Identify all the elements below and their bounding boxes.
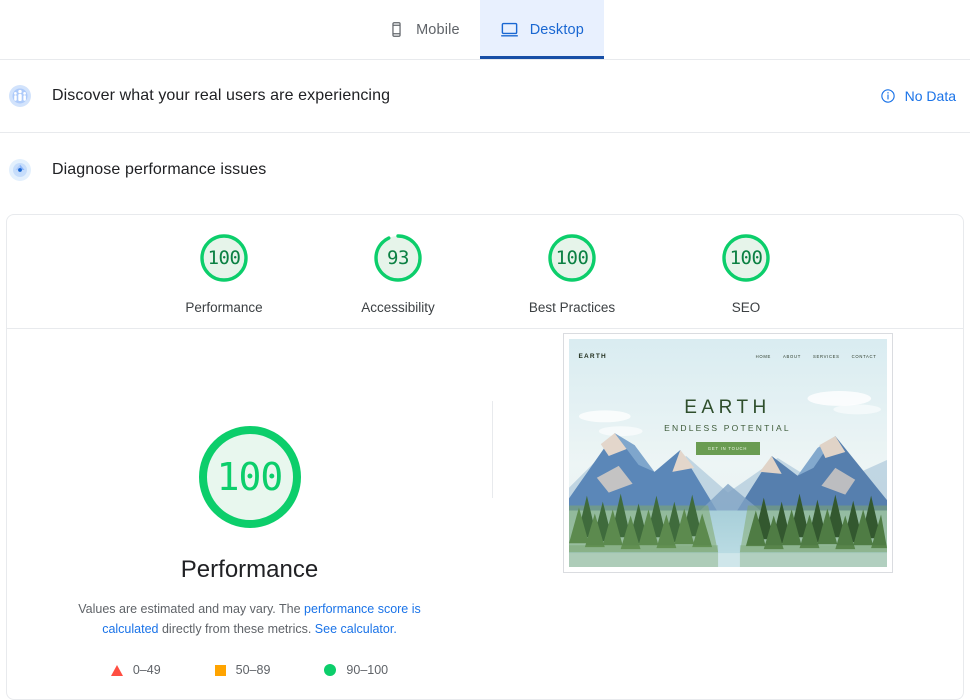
- legend-range-average: 50–89: [235, 663, 271, 677]
- thumbnail-nav-about: ABOUT: [783, 354, 801, 359]
- lab-data-title: Diagnose performance issues: [52, 160, 267, 178]
- tab-desktop[interactable]: Desktop: [479, 0, 605, 59]
- legend-range-good: 90–100: [346, 663, 389, 677]
- score-label-seo: SEO: [731, 300, 761, 315]
- device-tab-bar: Mobile Desktop: [0, 0, 970, 60]
- no-data-label: No Data: [904, 88, 956, 104]
- category-score-best-practices[interactable]: 100 Best Practices: [512, 230, 632, 315]
- description-prefix: Values are estimated and may vary. The: [78, 602, 305, 616]
- desktop-icon: [500, 20, 520, 40]
- score-label-accessibility: Accessibility: [361, 300, 435, 315]
- legend-item-good: 90–100: [324, 663, 388, 677]
- description-middle: directly from these metrics.: [158, 622, 315, 636]
- tab-desktop-label: Desktop: [529, 21, 584, 38]
- info-icon: [880, 88, 896, 104]
- users-field-data-icon: [8, 84, 32, 108]
- field-data-status[interactable]: No Data: [880, 88, 956, 104]
- field-data-section-header: Discover what your real users are experi…: [0, 60, 970, 133]
- thumbnail-subheading: ENDLESS POTENTIAL: [664, 423, 791, 433]
- category-score-accessibility[interactable]: 93 Accessibility: [338, 230, 458, 315]
- lighthouse-icon: [8, 158, 32, 182]
- vertical-divider: [492, 401, 493, 498]
- score-ring-accessibility: 93: [370, 230, 426, 286]
- featured-score-pane: 100 Performance Values are estimated and…: [7, 329, 492, 699]
- circle-icon: [324, 664, 337, 676]
- thumbnail-cta-button: GET IN TOUCH: [695, 442, 760, 455]
- score-ring-performance: 100: [196, 230, 252, 286]
- score-ring-seo: 100: [718, 230, 774, 286]
- see-calculator-link[interactable]: See calculator.: [315, 622, 397, 636]
- score-value-best-practices: 100: [555, 247, 589, 269]
- legend-range-poor: 0–49: [132, 663, 161, 677]
- lab-data-section-header: Diagnose performance issues: [0, 133, 970, 206]
- score-ring-best-practices: 100: [544, 230, 600, 286]
- page-screenshot: EARTH HOME ABOUT SERVICES CONTACT EARTH …: [568, 339, 887, 567]
- featured-score-ring: 100: [192, 419, 308, 535]
- legend-item-average: 50–89: [214, 663, 271, 677]
- category-score-performance[interactable]: 100 Performance: [164, 230, 284, 315]
- score-legend: 0–49 50–89 90–100: [110, 663, 388, 677]
- thumbnail-nav: HOME ABOUT SERVICES CONTACT: [756, 354, 877, 359]
- screenshot-pane: EARTH HOME ABOUT SERVICES CONTACT EARTH …: [492, 329, 963, 699]
- page-screenshot-frame[interactable]: EARTH HOME ABOUT SERVICES CONTACT EARTH …: [562, 333, 893, 573]
- featured-score-value: 100: [216, 455, 284, 499]
- tab-mobile-label: Mobile: [416, 21, 460, 38]
- score-label-performance: Performance: [185, 300, 263, 315]
- thumbnail-nav-services: SERVICES: [812, 354, 840, 359]
- tab-mobile[interactable]: Mobile: [366, 0, 480, 59]
- mobile-icon: [386, 20, 406, 40]
- square-icon: [214, 664, 226, 676]
- category-score-seo[interactable]: 100 SEO: [686, 230, 806, 315]
- featured-score-body: 100 Performance Values are estimated and…: [7, 329, 963, 699]
- lighthouse-results-card: 100 Performance 93 Accessibility 100 Bes…: [6, 214, 964, 700]
- score-value-accessibility: 93: [387, 247, 409, 269]
- field-data-title: Discover what your real users are experi…: [52, 87, 391, 104]
- thumbnail-nav-contact: CONTACT: [851, 354, 877, 359]
- legend-item-poor: 0–49: [110, 663, 161, 677]
- score-description: Values are estimated and may vary. The p…: [50, 599, 450, 639]
- thumbnail-logo: EARTH: [578, 353, 607, 360]
- thumbnail-nav-home: HOME: [755, 354, 772, 359]
- score-value-performance: 100: [207, 247, 241, 269]
- score-value-seo: 100: [729, 247, 763, 269]
- triangle-icon: [110, 664, 123, 676]
- featured-score-label: Performance: [180, 556, 319, 583]
- category-score-strip: 100 Performance 93 Accessibility 100 Bes…: [7, 215, 963, 329]
- thumbnail-hero: EARTH ENDLESS POTENTIAL GET IN TOUCH: [569, 397, 887, 455]
- thumbnail-heading: EARTH: [684, 397, 771, 418]
- score-label-best-practices: Best Practices: [528, 300, 616, 315]
